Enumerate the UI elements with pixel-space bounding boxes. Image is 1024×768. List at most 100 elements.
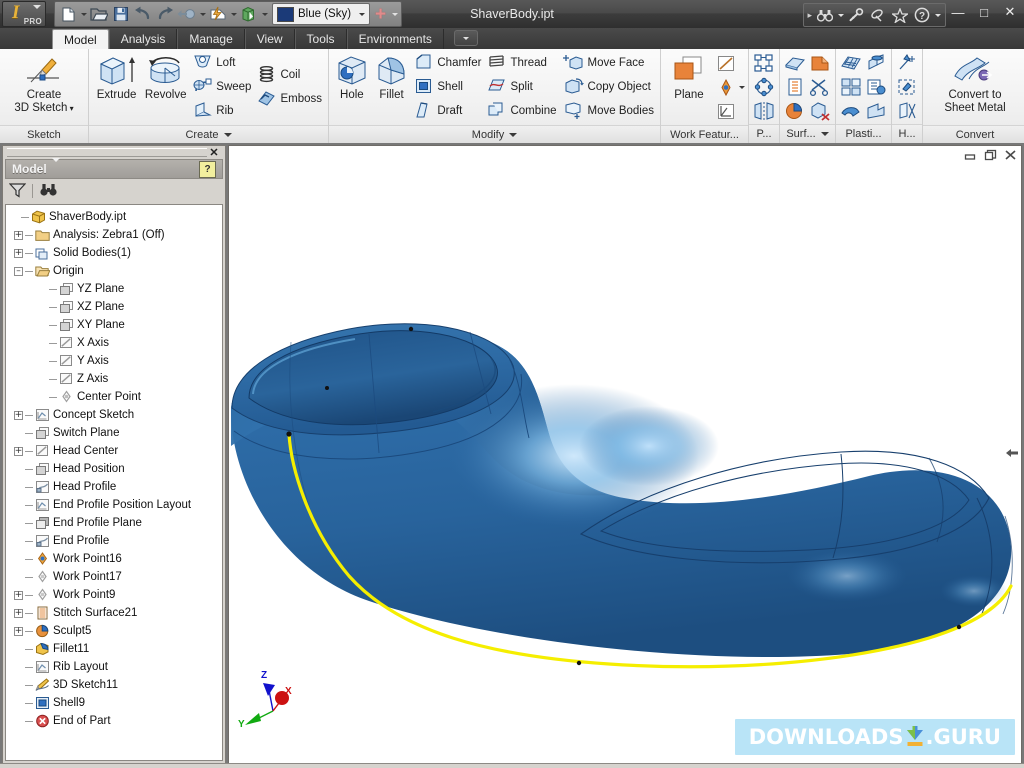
shell-button[interactable]: Shell: [411, 76, 484, 99]
extrude-button[interactable]: Extrude: [92, 49, 141, 125]
tree-item[interactable]: End Profile: [6, 532, 222, 550]
tree-expander-plus-icon[interactable]: +: [14, 609, 23, 618]
stitch-button[interactable]: [783, 75, 807, 98]
chevron-down-icon[interactable]: [52, 162, 60, 176]
tree-item[interactable]: +Concept Sketch: [6, 406, 222, 424]
tree-item[interactable]: Z Axis: [6, 370, 222, 388]
tree-item[interactable]: Work Point17: [6, 568, 222, 586]
tree-item[interactable]: XZ Plane: [6, 298, 222, 316]
return-dropdown[interactable]: [198, 4, 207, 24]
panel-expand-arrow-button[interactable]: [1005, 446, 1019, 463]
open-file-button[interactable]: [88, 4, 110, 24]
browser-help-button[interactable]: ?: [199, 161, 216, 178]
copy-object-button[interactable]: Copy Object: [560, 76, 657, 99]
3d-viewport[interactable]: Z Y X DOWNLOADS .GURU: [228, 145, 1022, 764]
tree-expander-plus-icon[interactable]: +: [14, 411, 23, 420]
split-button[interactable]: Split: [484, 76, 559, 99]
tree-item[interactable]: Head Profile: [6, 478, 222, 496]
new-document-button[interactable]: [57, 4, 79, 24]
move-face-button[interactable]: Move Face: [560, 52, 657, 75]
tree-expander-plus-icon[interactable]: +: [14, 591, 23, 600]
tree-item[interactable]: 3D Sketch11: [6, 676, 222, 694]
tree-item[interactable]: ShaverBody.ipt: [6, 208, 222, 226]
chevron-down-icon[interactable]: [509, 133, 517, 137]
tree-item[interactable]: +Work Point9: [6, 586, 222, 604]
search-button[interactable]: [814, 5, 836, 25]
chevron-down-icon[interactable]: [355, 13, 369, 16]
tree-item[interactable]: Switch Plane: [6, 424, 222, 442]
create-3d-sketch-button[interactable]: Create 3D Sketch ▾: [3, 49, 85, 125]
rib-button[interactable]: Rib: [190, 100, 254, 123]
filter-button[interactable]: [9, 182, 26, 201]
tree-item[interactable]: XY Plane: [6, 316, 222, 334]
grill-button[interactable]: [839, 51, 863, 74]
signin-button[interactable]: [845, 5, 867, 25]
application-menu-button[interactable]: I PRO: [2, 1, 46, 27]
tree-item[interactable]: End Profile Position Layout: [6, 496, 222, 514]
tree-item[interactable]: End Profile Plane: [6, 514, 222, 532]
qat-customize-dropdown[interactable]: [390, 4, 399, 24]
tree-expander-plus-icon[interactable]: +: [14, 627, 23, 636]
chamfer-button[interactable]: Chamfer: [411, 52, 484, 75]
harness-edit-button[interactable]: [895, 75, 919, 98]
work-point-dropdown[interactable]: [739, 86, 745, 89]
tree-expander-plus-icon[interactable]: +: [14, 447, 23, 456]
rule-fillet-button[interactable]: [864, 99, 888, 122]
chevron-down-icon[interactable]: [224, 133, 232, 137]
tree-item[interactable]: End of Part: [6, 712, 222, 730]
ribbon-minimize-button[interactable]: [454, 30, 478, 46]
appearance-dropdown[interactable]: [260, 4, 269, 24]
tree-item[interactable]: Rib Layout: [6, 658, 222, 676]
update-button[interactable]: [207, 4, 229, 24]
help-dropdown[interactable]: [933, 5, 942, 25]
help-button[interactable]: ?: [911, 5, 933, 25]
circular-pattern-button[interactable]: [752, 75, 776, 98]
tree-expander-plus-icon[interactable]: +: [14, 249, 23, 258]
work-ucs-button[interactable]: [714, 100, 738, 123]
harness-add-button[interactable]: [895, 51, 919, 74]
update-dropdown[interactable]: [229, 4, 238, 24]
coil-button[interactable]: Coil: [254, 64, 325, 87]
tree-item[interactable]: Work Point16: [6, 550, 222, 568]
save-button[interactable]: [110, 4, 132, 24]
viewport-restore-button[interactable]: [984, 149, 997, 161]
tree-item[interactable]: Fillet11: [6, 640, 222, 658]
tab-model[interactable]: Model: [52, 29, 109, 49]
tree-expander-minus-icon[interactable]: –: [14, 267, 23, 276]
hole-button[interactable]: Hole: [332, 49, 372, 125]
find-button[interactable]: [39, 183, 58, 200]
rectangular-pattern-button[interactable]: [752, 51, 776, 74]
fillet-button[interactable]: Fillet: [372, 49, 412, 125]
browser-close-button[interactable]: ✕: [207, 146, 221, 159]
work-point-button[interactable]: [714, 76, 738, 99]
tab-environments[interactable]: Environments: [347, 29, 444, 49]
tab-view[interactable]: View: [245, 29, 295, 49]
window-close-button[interactable]: ✕: [1002, 4, 1018, 20]
redo-button[interactable]: [154, 4, 176, 24]
chevron-down-icon[interactable]: [33, 9, 41, 23]
rest-button[interactable]: [839, 75, 863, 98]
tree-item[interactable]: Center Point: [6, 388, 222, 406]
lip-button[interactable]: [839, 99, 863, 122]
combine-button[interactable]: Combine: [484, 100, 559, 123]
patch-button[interactable]: [808, 51, 832, 74]
delete-face-button[interactable]: [808, 99, 832, 122]
draft-button[interactable]: Draft: [411, 100, 484, 123]
online-status-button[interactable]: [867, 5, 889, 25]
tree-item[interactable]: –Origin: [6, 262, 222, 280]
search-dropdown[interactable]: [836, 5, 845, 25]
tree-item[interactable]: Shell9: [6, 694, 222, 712]
tree-item[interactable]: +Solid Bodies(1): [6, 244, 222, 262]
sweep-button[interactable]: Sweep: [190, 76, 254, 99]
tree-item[interactable]: +Analysis: Zebra1 (Off): [6, 226, 222, 244]
browser-drag-handle[interactable]: ✕: [3, 146, 225, 159]
tree-item[interactable]: +Sculpt5: [6, 622, 222, 640]
mirror-button[interactable]: [752, 99, 776, 122]
model-tree[interactable]: ShaverBody.ipt+Analysis: Zebra1 (Off)+So…: [5, 204, 223, 761]
snap-fit-button[interactable]: [864, 75, 888, 98]
expand-tools-arrow-icon[interactable]: ▸: [807, 10, 812, 21]
convert-sheet-metal-button[interactable]: Convert to Sheet Metal: [926, 49, 1024, 125]
tab-tools[interactable]: Tools: [295, 29, 347, 49]
tree-item[interactable]: YZ Plane: [6, 280, 222, 298]
tree-item[interactable]: Head Position: [6, 460, 222, 478]
